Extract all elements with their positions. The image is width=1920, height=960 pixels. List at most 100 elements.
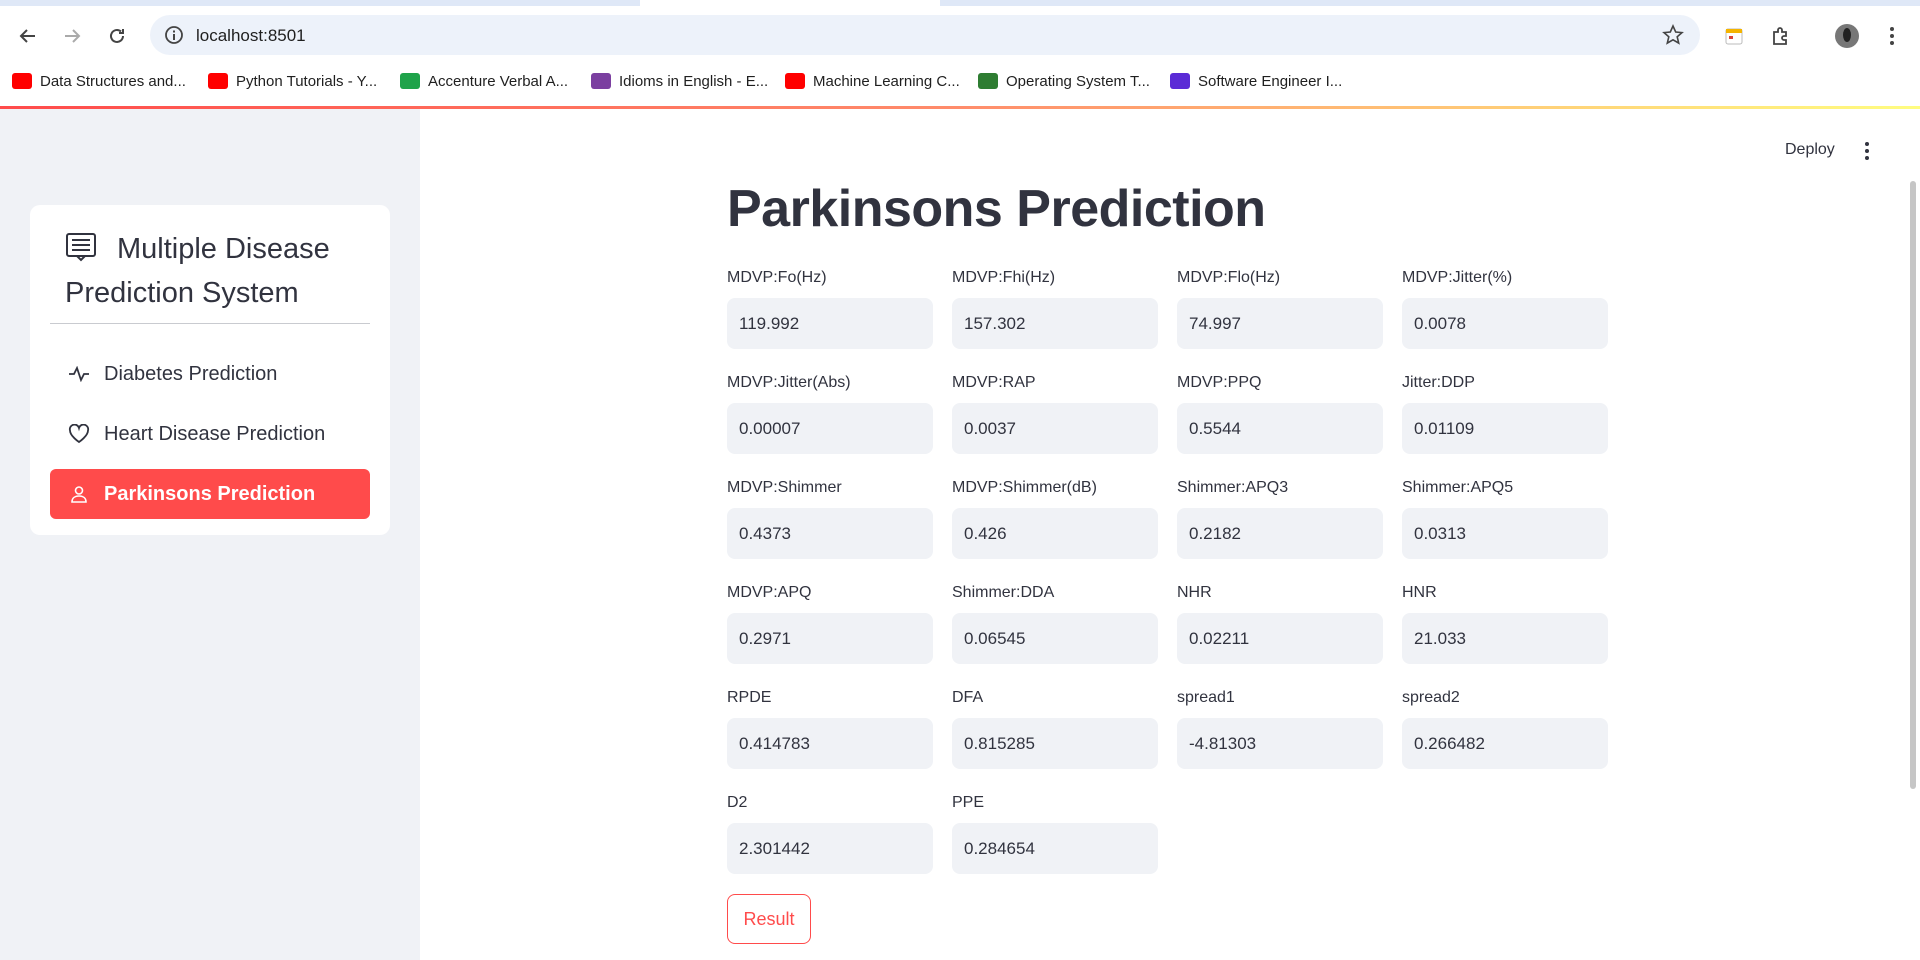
- field-label: DFA: [952, 689, 984, 706]
- site-info-icon[interactable]: [164, 25, 184, 45]
- field-label: HNR: [1402, 584, 1437, 601]
- result-button[interactable]: Result: [727, 894, 811, 944]
- bookmark-label: Software Engineer I...: [1198, 72, 1343, 90]
- extension-calendar-icon[interactable]: [1720, 22, 1748, 50]
- text-input[interactable]: 0.284654: [952, 823, 1158, 874]
- bookmark-item[interactable]: Accenture Verbal A...: [400, 70, 568, 92]
- number-input-field: Shimmer:APQ3 0.2182: [1177, 476, 1383, 559]
- menu-title: Multiple Disease Prediction System: [65, 227, 365, 315]
- text-input[interactable]: 0.0313: [1402, 508, 1608, 559]
- menu-title-text: Multiple Disease Prediction System: [65, 233, 330, 309]
- field-label: D2: [727, 794, 748, 811]
- number-input-field: spread1 -4.81303: [1177, 686, 1383, 769]
- field-label: MDVP:Jitter(Abs): [727, 374, 851, 391]
- field-label: MDVP:Fo(Hz): [727, 269, 827, 286]
- text-input[interactable]: 0.00007: [727, 403, 933, 454]
- number-input-field: DFA 0.815285: [952, 686, 1158, 769]
- bookmark-item[interactable]: Machine Learning C...: [785, 70, 960, 92]
- tab-strip: [0, 0, 1920, 6]
- number-input-field: Shimmer:DDA 0.06545: [952, 581, 1158, 664]
- main-menu-icon[interactable]: [1857, 139, 1877, 163]
- bookmark-favicon-icon: [785, 73, 805, 89]
- number-input-field: MDVP:Shimmer(dB) 0.426: [952, 476, 1158, 559]
- bookmark-item[interactable]: Idioms in English - E...: [591, 70, 768, 92]
- deploy-button[interactable]: Deploy: [1785, 141, 1835, 159]
- bookmark-label: Data Structures and...: [40, 72, 186, 90]
- number-input-field: D2 2.301442: [727, 791, 933, 874]
- bookmark-label: Accenture Verbal A...: [428, 72, 569, 90]
- bookmark-item[interactable]: Python Tutorials - Y...: [208, 70, 377, 92]
- text-input[interactable]: 0.01109: [1402, 403, 1608, 454]
- extensions-puzzle-icon[interactable]: [1767, 22, 1795, 50]
- text-input[interactable]: -4.81303: [1177, 718, 1383, 769]
- field-label: MDVP:APQ: [727, 584, 812, 601]
- field-label: MDVP:Jitter(%): [1402, 269, 1513, 286]
- number-input-field: MDVP:PPQ 0.5544: [1177, 371, 1383, 454]
- text-input[interactable]: 0.426: [952, 508, 1158, 559]
- text-input[interactable]: 21.033: [1402, 613, 1608, 664]
- number-input-field: Shimmer:APQ5 0.0313: [1402, 476, 1608, 559]
- bookmark-favicon-icon: [208, 73, 228, 89]
- field-label: PPE: [952, 794, 985, 811]
- text-input[interactable]: 2.301442: [727, 823, 933, 874]
- text-input[interactable]: 0.4373: [727, 508, 933, 559]
- bookmark-label: Operating System T...: [1006, 72, 1150, 90]
- text-input[interactable]: 0.5544: [1177, 403, 1383, 454]
- text-input[interactable]: 157.302: [952, 298, 1158, 349]
- text-input[interactable]: 0.0037: [952, 403, 1158, 454]
- bookmark-item[interactable]: Software Engineer I...: [1170, 70, 1342, 92]
- bookmark-label: Idioms in English - E...: [619, 72, 769, 90]
- number-input-field: spread2 0.266482: [1402, 686, 1608, 769]
- text-input[interactable]: 0.06545: [952, 613, 1158, 664]
- number-input-field: MDVP:Shimmer 0.4373: [727, 476, 933, 559]
- active-tab[interactable]: [640, 0, 940, 6]
- menu-item-heart-disease[interactable]: Heart Disease Prediction: [50, 409, 370, 459]
- heart-icon: [68, 423, 90, 445]
- text-input[interactable]: 0.2182: [1177, 508, 1383, 559]
- field-label: MDVP:Fhi(Hz): [952, 269, 1056, 286]
- field-label: spread1: [1177, 689, 1235, 706]
- bookmark-label: Machine Learning C...: [813, 72, 960, 90]
- text-input[interactable]: 0.02211: [1177, 613, 1383, 664]
- main-content: Deploy Parkinsons Prediction MDVP:Fo(Hz)…: [420, 109, 1920, 960]
- number-input-field: HNR 21.033: [1402, 581, 1608, 664]
- bookmark-item[interactable]: Data Structures and...: [12, 70, 186, 92]
- number-input-field: MDVP:Flo(Hz) 74.997: [1177, 266, 1383, 349]
- menu-item-diabetes[interactable]: Diabetes Prediction: [50, 349, 370, 399]
- field-label: NHR: [1177, 584, 1212, 601]
- list-icon: [65, 231, 97, 262]
- field-label: Jitter:DDP: [1402, 374, 1475, 391]
- menu-item-label: Diabetes Prediction: [104, 362, 278, 385]
- field-label: MDVP:Shimmer: [727, 479, 842, 496]
- reload-icon[interactable]: [103, 22, 131, 50]
- number-input-field: MDVP:RAP 0.0037: [952, 371, 1158, 454]
- text-input[interactable]: 119.992: [727, 298, 933, 349]
- field-label: MDVP:RAP: [952, 374, 1036, 391]
- bookmark-star-icon[interactable]: [1662, 24, 1684, 46]
- field-label: Shimmer:APQ3: [1177, 479, 1289, 496]
- browser-chrome: localhost:8501 Data Structures and... Pyt…: [0, 0, 1920, 109]
- profile-avatar[interactable]: [1833, 22, 1861, 50]
- text-input[interactable]: 0.815285: [952, 718, 1158, 769]
- field-label: RPDE: [727, 689, 772, 706]
- text-input[interactable]: 74.997: [1177, 298, 1383, 349]
- bookmark-favicon-icon: [12, 73, 32, 89]
- field-label: MDVP:Shimmer(dB): [952, 479, 1097, 496]
- number-input-field: MDVP:Jitter(Abs) 0.00007: [727, 371, 933, 454]
- back-arrow-icon[interactable]: [14, 22, 42, 50]
- menu-item-parkinsons[interactable]: Parkinsons Prediction: [50, 469, 370, 519]
- forward-arrow-icon[interactable]: [58, 22, 86, 50]
- address-bar[interactable]: localhost:8501: [150, 15, 1700, 55]
- text-input[interactable]: 0.2971: [727, 613, 933, 664]
- field-label: Shimmer:DDA: [952, 584, 1055, 601]
- text-input[interactable]: 0.0078: [1402, 298, 1608, 349]
- scrollbar[interactable]: [1910, 181, 1916, 789]
- field-label: spread2: [1402, 689, 1460, 706]
- text-input[interactable]: 0.414783: [727, 718, 933, 769]
- bookmark-item[interactable]: Operating System T...: [978, 70, 1150, 92]
- text-input[interactable]: 0.266482: [1402, 718, 1608, 769]
- activity-icon: [68, 363, 90, 385]
- sidebar: Multiple Disease Prediction System Diabe…: [0, 109, 420, 960]
- browser-menu-icon[interactable]: [1878, 22, 1906, 50]
- url-text[interactable]: localhost:8501: [196, 26, 306, 46]
